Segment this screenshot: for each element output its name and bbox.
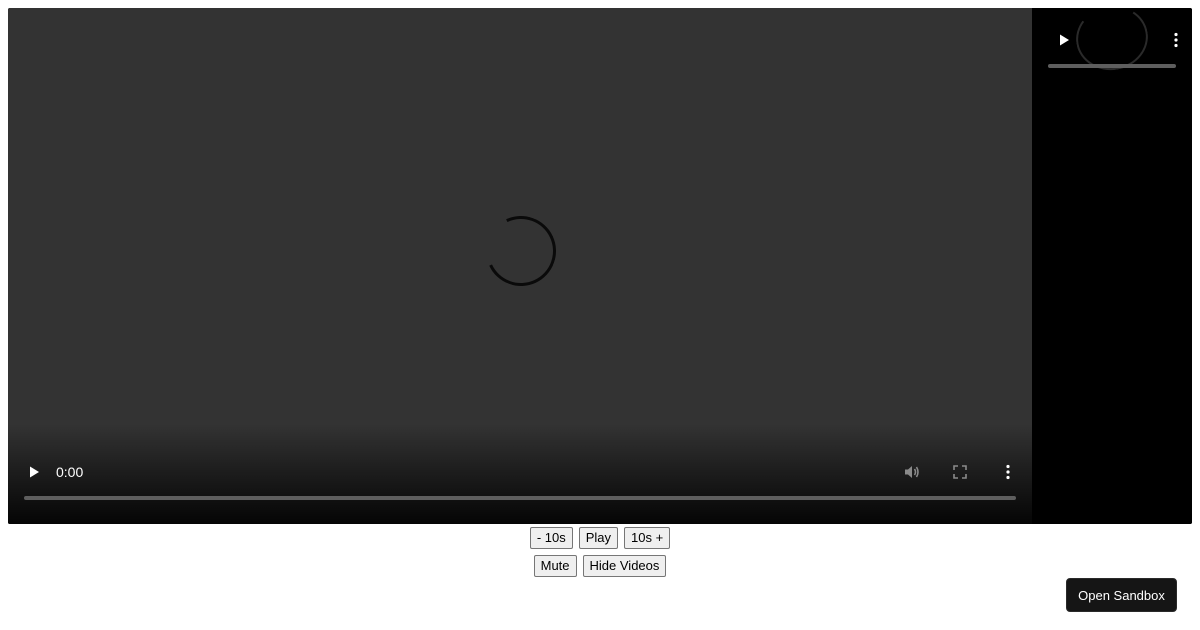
audio-visibility-controls-row: Mute Hide Videos <box>0 555 1200 577</box>
side-more-options-button[interactable] <box>1162 26 1190 54</box>
more-vertical-icon <box>1006 464 1010 480</box>
loading-spinner-icon <box>476 206 566 296</box>
play-button[interactable] <box>20 458 48 486</box>
more-options-button[interactable] <box>994 458 1022 486</box>
hide-videos-button[interactable]: Hide Videos <box>582 555 667 577</box>
play-icon <box>30 466 39 478</box>
more-vertical-icon <box>1174 32 1178 48</box>
forward-10s-button[interactable]: 10s + <box>624 527 671 549</box>
open-sandbox-button[interactable]: Open Sandbox <box>1066 578 1177 612</box>
rewind-10s-button[interactable]: - 10s <box>529 527 573 549</box>
main-video-controls: 0:00 <box>8 458 1032 486</box>
side-seek-bar[interactable] <box>1048 64 1176 68</box>
video-stage: 0:00 <box>8 8 1192 524</box>
play-button[interactable]: Play <box>578 527 619 549</box>
fullscreen-button[interactable] <box>946 458 974 486</box>
seek-bar[interactable] <box>24 496 1016 500</box>
playback-controls-row: - 10s Play 10s + <box>0 527 1200 549</box>
play-icon <box>1060 34 1069 46</box>
side-play-button[interactable] <box>1050 26 1078 54</box>
volume-button[interactable] <box>898 458 926 486</box>
mute-button[interactable]: Mute <box>533 555 577 577</box>
fullscreen-icon <box>953 465 967 479</box>
volume-icon <box>905 466 919 478</box>
main-video-player[interactable]: 0:00 <box>8 8 1032 524</box>
current-time: 0:00 <box>56 464 84 480</box>
side-video-player[interactable] <box>1032 8 1192 524</box>
